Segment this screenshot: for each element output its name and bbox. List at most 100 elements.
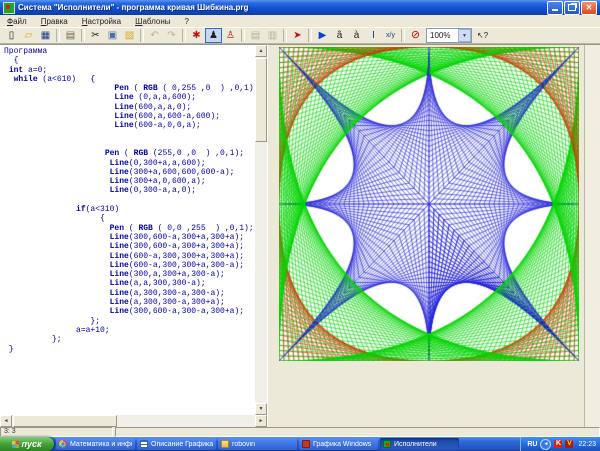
redo-button[interactable]: ↷ <box>163 28 180 43</box>
task-icon <box>302 440 310 448</box>
refresh-window-button[interactable]: ▥ <box>264 28 281 43</box>
draftsman-executor-button[interactable]: ♟ <box>205 28 222 43</box>
zoom-value: 100% <box>427 31 458 40</box>
save-button[interactable]: ▦ <box>37 28 54 43</box>
menu-item[interactable]: ? <box>178 17 196 26</box>
antivirus-tray-icon[interactable]: K <box>554 440 562 448</box>
vertical-scroll-thumb[interactable] <box>255 58 267 142</box>
code-line: Line(600-a,300,300+a,300+a); <box>4 252 255 261</box>
context-help-button[interactable]: ↖? <box>474 28 491 43</box>
menu-item[interactable]: Шаблоны <box>128 17 177 26</box>
figure-executor-button[interactable]: ♙ <box>222 28 239 43</box>
language-indicator[interactable]: RU <box>527 441 537 448</box>
task-label: Описание Графика ... <box>151 441 213 448</box>
code-line: { <box>4 214 255 223</box>
scroll-up-icon[interactable]: ▲ <box>255 45 267 57</box>
toolbar-separator <box>241 29 245 42</box>
task-label: robovin <box>232 441 255 448</box>
code-line: Pen ( RGB (255,0 ,0 ) ,0,1); <box>4 149 255 158</box>
toolbar-separator <box>140 29 144 42</box>
task-label: Графика Windows <box>313 441 371 448</box>
code-line: Line(300,600-a,300+a,300+a); <box>4 242 255 251</box>
chevron-down-icon[interactable]: ▼ <box>458 29 471 42</box>
security-tray-icon[interactable]: V <box>565 440 573 448</box>
cut-button[interactable]: ✂ <box>87 28 104 43</box>
task-label: Математика и инфо... <box>70 441 132 448</box>
zoom-select[interactable]: 100% ▼ <box>426 28 472 43</box>
horizontal-scroll-thumb[interactable] <box>13 415 117 427</box>
tray-collapse-icon[interactable]: ◄ <box>540 439 551 450</box>
task-icon <box>59 440 67 448</box>
drawing-panel <box>267 44 600 427</box>
code-line <box>4 196 255 205</box>
code-line: Line(600-a,300,300+a,300-a); <box>4 261 255 270</box>
new-file-button[interactable]: ▯ <box>3 28 20 43</box>
step-into-button[interactable]: à <box>348 28 365 43</box>
title-bar[interactable]: Система "Исполнители" - программа кривая… <box>0 0 600 15</box>
toolbar: ▯ ▱ ▦ ▤ ✂ ▣ ▧ ↶ ↷ ✱ ♟ ♙ ▤ ▥ ➤ ▶ â à I x/… <box>0 27 600 44</box>
step-over-button[interactable]: â <box>331 28 348 43</box>
editor-vertical-scrollbar[interactable]: ▲ ▼ <box>255 44 267 415</box>
menu-item[interactable]: Файл <box>0 17 34 26</box>
code-line: Line(300,600-a,300-a,300+a); <box>4 307 255 316</box>
code-line: int a=0; <box>4 66 255 75</box>
code-line: Pen ( RGB ( 0,255 ,0 ) ,0,1); <box>4 84 255 93</box>
toolbar-separator <box>182 29 186 42</box>
task-icon <box>383 440 391 448</box>
scroll-right-icon[interactable]: ► <box>255 415 267 427</box>
minimize-button[interactable] <box>547 1 563 15</box>
code-line: { <box>4 56 255 65</box>
code-line: Pen ( RGB ( 0,0 ,255 ) ,0,1); <box>4 224 255 233</box>
app-icon <box>3 2 15 14</box>
editor-horizontal-scrollbar[interactable]: ◄ ► <box>0 415 267 427</box>
minimize-icon <box>552 9 558 11</box>
task-icon <box>140 440 148 448</box>
robot-executor-button[interactable]: ✱ <box>188 28 205 43</box>
start-label: пуск <box>21 439 41 449</box>
toolbar-separator <box>283 29 287 42</box>
code-line: Line(600-a,0,0,a); <box>4 121 255 130</box>
code-line: Line(600,a,a,0); <box>4 103 255 112</box>
cursor-mode-button[interactable]: I <box>365 28 382 43</box>
scroll-down-icon[interactable]: ▼ <box>255 403 267 415</box>
undo-button[interactable]: ↶ <box>146 28 163 43</box>
code-line: Line(a,300,300-a,300+a); <box>4 298 255 307</box>
drawing-panel-edge <box>584 45 600 427</box>
stop-button[interactable]: ⊘ <box>407 28 424 43</box>
taskbar-task-button[interactable]: Графика Windows <box>299 438 378 450</box>
code-line: Line(300+a,600,600,600-a); <box>4 168 255 177</box>
print-button[interactable]: ▤ <box>62 28 79 43</box>
code-line: a=a+10; <box>4 326 255 335</box>
scroll-left-icon[interactable]: ◄ <box>0 415 12 427</box>
menu-item[interactable]: Правка <box>34 17 75 26</box>
taskbar-task-button[interactable]: robovin <box>218 438 297 450</box>
open-file-button[interactable]: ▱ <box>20 28 37 43</box>
cursor-position: 3: 3 <box>0 427 113 437</box>
code-line: Line(600,a,600-a,600); <box>4 112 255 121</box>
toolbar-separator <box>401 29 405 42</box>
menu-item[interactable]: Настройка <box>75 17 128 26</box>
code-line: Line (0,a,a,600); <box>4 93 255 102</box>
close-icon: ✕ <box>586 4 593 12</box>
taskbar-task-button[interactable]: Исполнители <box>380 438 459 450</box>
code-line: Line(300,600-a,300+a,300+a); <box>4 233 255 242</box>
close-button[interactable]: ✕ <box>581 1 597 15</box>
code-line: }; <box>4 335 255 344</box>
paste-button[interactable]: ▧ <box>121 28 138 43</box>
run-fast-button[interactable]: ➤ <box>289 28 306 43</box>
code-line: while (a<610) { <box>4 75 255 84</box>
restore-button[interactable] <box>564 1 580 15</box>
status-spacer <box>115 427 600 437</box>
start-button[interactable]: пуск <box>0 437 54 451</box>
copy-button[interactable]: ▣ <box>104 28 121 43</box>
code-line: Line(a,a,300,300-a); <box>4 279 255 288</box>
code-line: Программа <box>4 47 255 56</box>
task-icon <box>221 440 229 448</box>
taskbar-task-button[interactable]: Описание Графика ... <box>137 438 216 450</box>
windows-flag-icon <box>12 441 19 448</box>
taskbar-task-button[interactable]: Математика и инфо... <box>56 438 135 450</box>
variables-button[interactable]: x/y <box>382 28 399 43</box>
window-layout-button[interactable]: ▤ <box>247 28 264 43</box>
code-editor[interactable]: Программа { int a=0; while (a<610) { Pen… <box>0 44 255 415</box>
run-button[interactable]: ▶ <box>314 28 331 43</box>
